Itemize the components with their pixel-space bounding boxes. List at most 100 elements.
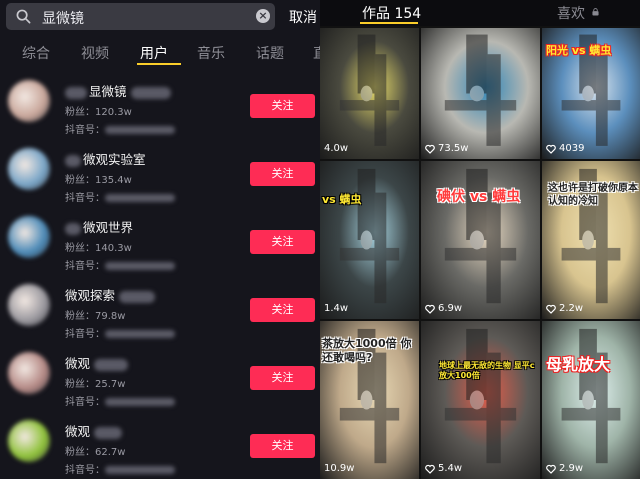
redacted-text <box>119 290 156 303</box>
video-caption: vs 螨虫 <box>322 193 362 206</box>
video-caption: 碘伏 vs 螨虫 <box>437 189 521 205</box>
douyin-id-label: 抖音号： <box>65 465 105 476</box>
avatar[interactable] <box>8 216 50 258</box>
video-thumbnail[interactable]: 73.5w <box>421 28 540 159</box>
cancel-button[interactable]: 取消 <box>289 7 317 27</box>
redacted-text <box>130 86 171 99</box>
video-thumbnail[interactable]: 这也许是打破你原本认知的冷知 2.2w <box>542 161 640 319</box>
video-thumbnail[interactable]: 4.0w <box>320 28 419 159</box>
avatar[interactable] <box>8 420 50 462</box>
fans-count: 粉丝：79.8w <box>65 311 126 322</box>
follow-button[interactable]: 关注 <box>250 366 315 390</box>
douyin-id-label: 抖音号： <box>65 261 105 272</box>
heart-icon <box>546 464 556 474</box>
video-grid: 4.0w 73.5w 阳光 vs 螨虫 4039 vs 螨虫 1.4w 碘伏 vs 螨虫 6.… <box>320 28 640 479</box>
fans-count: 粉丝：140.3w <box>65 243 132 254</box>
search-tabs: 综合 视频 用户 音乐 话题 直 <box>0 38 320 68</box>
tab-topics[interactable]: 话题 <box>256 43 284 63</box>
microscope-illustration <box>444 168 517 304</box>
video-thumbnail[interactable]: 地球上最无敌的生物 显平c放大100倍 5.4w <box>421 321 540 479</box>
redacted-text <box>94 426 123 439</box>
redacted-text <box>105 126 175 134</box>
like-count-text: 1.4w <box>324 303 349 314</box>
video-thumbnail[interactable]: 茶放大1000倍 你还敢喝吗? 10.9w <box>320 321 419 479</box>
follow-button[interactable]: 关注 <box>250 298 315 322</box>
like-count: 2.9w <box>546 463 583 474</box>
video-caption: 母乳放大 <box>546 355 611 374</box>
fans-count: 粉丝：120.3w <box>65 107 132 118</box>
like-count: 10.9w <box>324 463 354 474</box>
like-count-text: 5.4w <box>438 463 463 474</box>
redacted-text <box>65 222 81 235</box>
user-name: 微观世界 <box>65 217 133 236</box>
heart-icon <box>425 304 435 314</box>
heart-icon <box>546 304 556 314</box>
video-thumbnail[interactable]: 碘伏 vs 螨虫 6.9w <box>421 161 540 319</box>
user-name: 微观探索 <box>65 285 156 304</box>
tab-live[interactable]: 直 <box>313 43 320 63</box>
like-count-text: 2.2w <box>559 303 584 314</box>
tab-likes[interactable]: 喜欢 <box>557 3 585 23</box>
user-name-text: 微观探索 <box>65 288 116 303</box>
user-row[interactable]: 微观实验室粉丝：135.4w 抖音号： 关注 <box>0 138 320 206</box>
tab-videos[interactable]: 视频 <box>81 43 109 63</box>
user-row[interactable]: 微观 粉丝：25.7w 抖音号： 关注 <box>0 342 320 410</box>
avatar[interactable] <box>8 148 50 190</box>
douyin-id-label: 抖音号： <box>65 329 105 340</box>
follow-button[interactable]: 关注 <box>250 434 315 458</box>
video-thumbnail[interactable]: vs 螨虫 1.4w <box>320 161 419 319</box>
search-input[interactable]: 显微镜 × <box>6 3 275 30</box>
clear-icon[interactable]: × <box>256 9 270 23</box>
follow-button[interactable]: 关注 <box>250 162 315 186</box>
follow-button[interactable]: 关注 <box>250 94 315 118</box>
user-row[interactable]: 微观 粉丝：62.7w 抖音号： 关注 <box>0 410 320 478</box>
user-name-text: 微观 <box>65 356 91 371</box>
avatar[interactable] <box>8 352 50 394</box>
avatar[interactable] <box>8 284 50 326</box>
search-query: 显微镜 <box>42 11 84 27</box>
microscope-illustration <box>561 328 621 464</box>
search-bar: 显微镜 × 取消 <box>0 0 320 36</box>
like-count: 4.0w <box>324 143 348 154</box>
video-caption: 这也许是打破你原本认知的冷知 <box>548 183 638 207</box>
user-name: 微观 <box>65 421 123 440</box>
video-caption: 地球上最无敌的生物 显平c放大100倍 <box>439 361 535 380</box>
douyin-id: 抖音号： <box>65 257 175 272</box>
user-name-text: 显微镜 <box>89 84 127 99</box>
redacted-text <box>65 154 81 167</box>
like-count: 6.9w <box>425 303 462 314</box>
microscope-illustration <box>339 34 400 146</box>
douyin-id: 抖音号： <box>65 325 175 340</box>
microscope-illustration <box>339 168 400 304</box>
tab-works[interactable]: 作品 154 <box>362 3 421 23</box>
search-icon <box>16 9 31 24</box>
microscope-illustration <box>444 34 517 146</box>
user-name: 微观实验室 <box>65 149 146 168</box>
like-count-text: 4039 <box>559 143 585 154</box>
heart-icon <box>425 464 435 474</box>
redacted-text <box>105 262 175 270</box>
user-name: 微观 <box>65 353 129 372</box>
douyin-id: 抖音号： <box>65 121 175 136</box>
douyin-id: 抖音号： <box>65 461 175 476</box>
avatar[interactable] <box>8 80 50 122</box>
tab-all[interactable]: 综合 <box>22 43 50 63</box>
follow-button[interactable]: 关注 <box>250 230 315 254</box>
like-count-text: 10.9w <box>324 463 355 474</box>
user-name: 显微镜 <box>65 81 171 100</box>
user-row[interactable]: 显微镜粉丝：120.3w 抖音号： 关注 <box>0 70 320 138</box>
heart-icon <box>425 144 435 154</box>
tab-users[interactable]: 用户 <box>140 43 168 63</box>
profile-panel: 作品 154 喜欢 4.0w 73.5w 阳光 vs 螨虫 4039 vs 螨虫 1.4w… <box>320 0 640 479</box>
like-count-text: 4.0w <box>324 143 349 154</box>
video-thumbnail[interactable]: 母乳放大 2.9w <box>542 321 640 479</box>
video-thumbnail[interactable]: 阳光 vs 螨虫 4039 <box>542 28 640 159</box>
user-row[interactable]: 微观世界粉丝：140.3w 抖音号： 关注 <box>0 206 320 274</box>
like-count: 4039 <box>546 143 584 154</box>
fans-count: 粉丝：135.4w <box>65 175 132 186</box>
like-count: 1.4w <box>324 303 348 314</box>
douyin-id-label: 抖音号： <box>65 193 105 204</box>
tab-music[interactable]: 音乐 <box>197 43 225 63</box>
douyin-id-label: 抖音号： <box>65 397 105 408</box>
user-row[interactable]: 微观探索粉丝：79.8w 抖音号： 关注 <box>0 274 320 342</box>
